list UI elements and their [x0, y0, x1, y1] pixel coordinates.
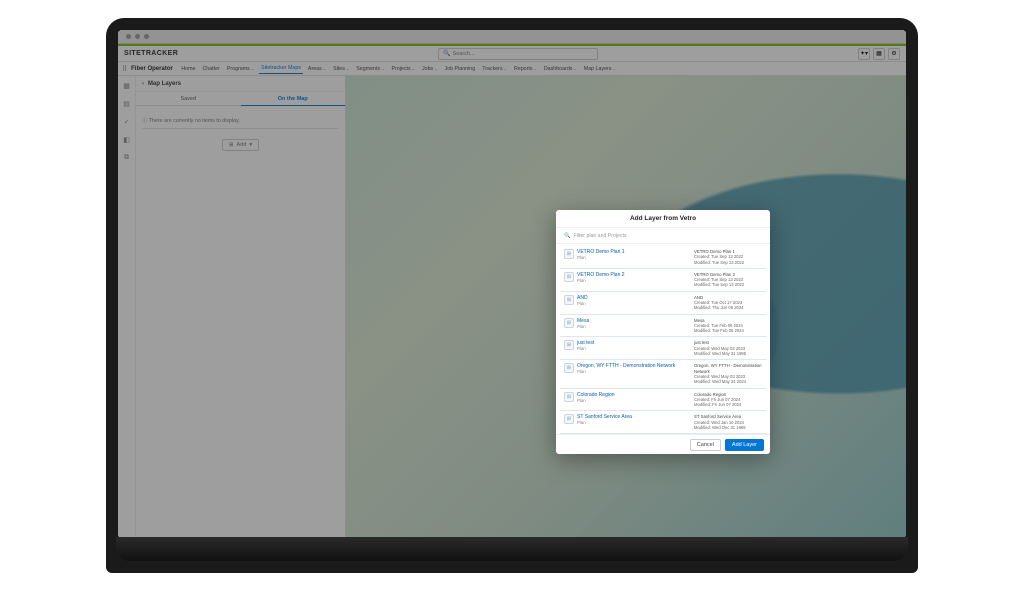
row-type: Plan [577, 255, 691, 260]
modal-title: Add Layer from Vetro [556, 210, 770, 228]
modal-filter-input[interactable]: 🔍 Filter plan and Projects [556, 228, 770, 244]
row-type: Plan [577, 398, 691, 403]
modal-backdrop[interactable] [118, 30, 906, 538]
plan-icon: ⊞ [564, 414, 574, 424]
row-type: Plan [577, 278, 691, 283]
row-details: MesaCreated: Tue Feb 06 2024Modified: Tu… [694, 318, 762, 334]
layer-list-row[interactable]: ⊞ST Sanford Service AreaPlanST Sanford S… [560, 411, 766, 434]
row-type: Plan [577, 420, 691, 425]
plan-icon: ⊞ [564, 295, 574, 305]
search-icon: 🔍 [564, 233, 570, 239]
row-details: Oregon, WY FTTH - Demonstration NetworkC… [694, 363, 762, 384]
layer-list-row[interactable]: ⊞VETRO Demo Plan 2PlanVETRO Demo Plan 2C… [560, 269, 766, 292]
row-type: Plan [577, 346, 691, 351]
plan-icon: ⊞ [564, 272, 574, 282]
plan-icon: ⊞ [564, 249, 574, 259]
row-type: Plan [577, 324, 691, 329]
add-layer-modal: Add Layer from Vetro 🔍 Filter plan and P… [556, 210, 770, 454]
row-name: Oregon, WY FTTH - Demonstration Network [577, 363, 691, 369]
layer-list-row[interactable]: ⊞just testPlanjust testCreated: Wed May … [560, 337, 766, 360]
modal-layer-list: ⊞VETRO Demo Plan 1PlanVETRO Demo Plan 1C… [556, 244, 770, 434]
row-type: Plan [577, 301, 691, 306]
layer-list-row[interactable]: ⊞Colorado RegionPlanColorado RegionCreat… [560, 389, 766, 412]
row-type: Plan [577, 369, 691, 374]
plan-icon: ⊞ [564, 363, 574, 373]
row-details: ST Sanford Service AreaCreated: Wed Jan … [694, 414, 762, 430]
plan-icon: ⊞ [564, 318, 574, 328]
plan-icon: ⊞ [564, 340, 574, 350]
app-screen: SITETRACKER 🔍 ✦▾ ▦ ⚙ ⠿ Fiber Operator Ho… [118, 30, 906, 538]
row-details: just testCreated: Wed May 03 2023Modifie… [694, 340, 762, 356]
laptop-frame-base [116, 537, 908, 561]
plan-icon: ⊞ [564, 392, 574, 402]
layer-list-row[interactable]: ⊞MesaPlanMesaCreated: Tue Feb 06 2024Mod… [560, 315, 766, 338]
layer-list-row[interactable]: ⊞ANDPlanANDCreated: Tue Oct 17 2023Modif… [560, 292, 766, 315]
add-layer-submit-button[interactable]: Add Layer [725, 439, 764, 451]
row-details: Colorado RegionCreated: Fri Jun 07 2024M… [694, 392, 762, 408]
layer-list-row[interactable]: ⊞VETRO Demo Plan 1PlanVETRO Demo Plan 1C… [560, 246, 766, 269]
row-details: VETRO Demo Plan 2Created: Tue Sep 13 202… [694, 272, 762, 288]
row-details: VETRO Demo Plan 1Created: Tue Sep 13 202… [694, 249, 762, 265]
row-details: ANDCreated: Tue Oct 17 2023Modified: Thu… [694, 295, 762, 311]
layer-list-row[interactable]: ⊞Oregon, WY FTTH - Demonstration Network… [560, 360, 766, 388]
cancel-button[interactable]: Cancel [690, 439, 721, 451]
